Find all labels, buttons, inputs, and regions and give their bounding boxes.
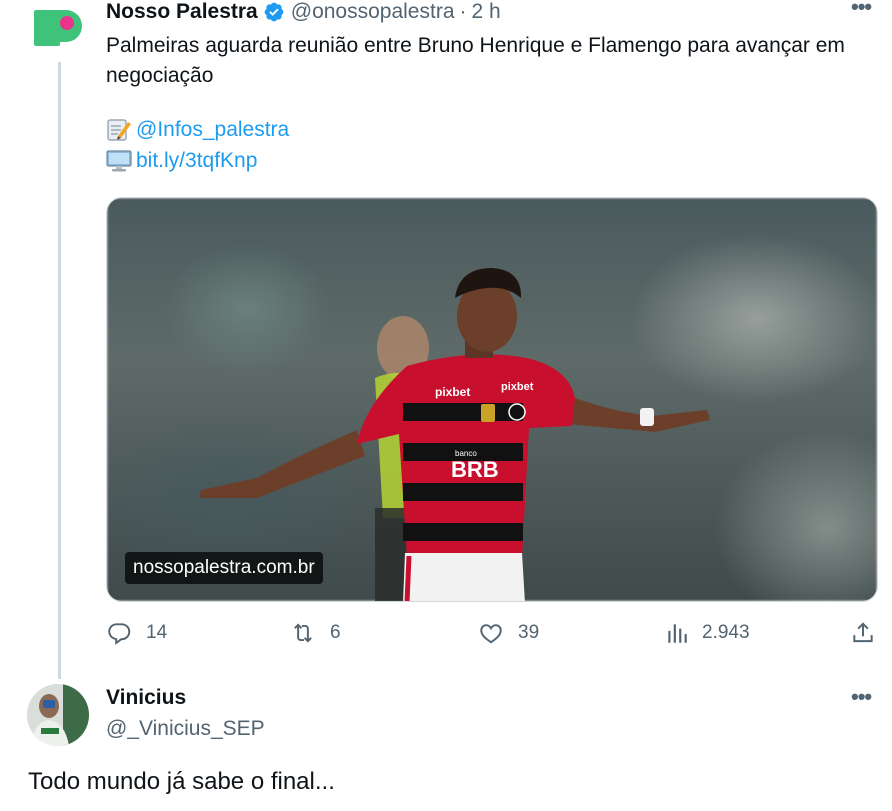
reply-author-handle[interactable]: @_Vinicius_SEP [106, 717, 265, 741]
reply-icon [108, 623, 131, 645]
nosso-palestra-avatar[interactable] [34, 6, 82, 46]
views-button[interactable]: 2.943 [664, 620, 750, 646]
jersey-brb: BRB [451, 457, 499, 482]
reply-author-name[interactable]: Vinicius [106, 686, 186, 710]
image-watermark: nossopalestra.com.br [125, 552, 323, 584]
dot-separator: · [459, 0, 467, 23]
verified-badge-icon [263, 1, 285, 23]
author-handle[interactable]: @onossopalestra [291, 0, 455, 24]
retweet-icon [294, 623, 312, 643]
tweet-header: Nosso Palestra @onossopalestra · 2 h [106, 0, 501, 26]
jersey-sponsor-right: pixbet [501, 381, 534, 393]
analytics-icon [668, 624, 687, 643]
views-count: 2.943 [702, 622, 750, 643]
tweet-text: Palmeiras aguarda reunião entre Bruno He… [106, 34, 845, 87]
link-bitly[interactable]: bit.ly/3tqfKnp [106, 149, 257, 173]
heart-icon [480, 624, 502, 644]
computer-icon [106, 149, 132, 173]
author-name[interactable]: Nosso Palestra [106, 0, 258, 24]
retweet-button[interactable]: 6 [290, 620, 341, 646]
vinicius-avatar[interactable] [27, 684, 89, 746]
like-button[interactable]: 39 [478, 620, 539, 646]
share-icon [853, 622, 873, 643]
link-text[interactable]: @Infos_palestra [136, 118, 289, 142]
tweet-actions-bar: 14 6 39 2.943 [106, 620, 881, 652]
link-infos-palestra[interactable]: @Infos_palestra [106, 118, 289, 142]
reply-count: 14 [146, 622, 168, 643]
memo-icon [106, 118, 132, 142]
like-count: 39 [518, 622, 540, 643]
share-button[interactable] [850, 620, 876, 646]
thread-connector-line [58, 62, 61, 679]
link-text[interactable]: bit.ly/3tqfKnp [136, 149, 257, 173]
reply-more-options-icon[interactable]: ••• [851, 684, 872, 710]
tweet-media-image[interactable]: pixbet pixbet banco BRB nossopalestra.co… [106, 197, 878, 602]
tweet-time[interactable]: 2 h [472, 0, 501, 24]
reply-text: Todo mundo já sabe o final... [28, 768, 335, 795]
player-photo: pixbet pixbet banco BRB [199, 268, 710, 601]
retweet-count: 6 [330, 622, 341, 643]
jersey-sponsor-left: pixbet [435, 385, 470, 399]
more-options-icon[interactable]: ••• [851, 0, 872, 20]
reply-button[interactable]: 14 [106, 620, 167, 646]
